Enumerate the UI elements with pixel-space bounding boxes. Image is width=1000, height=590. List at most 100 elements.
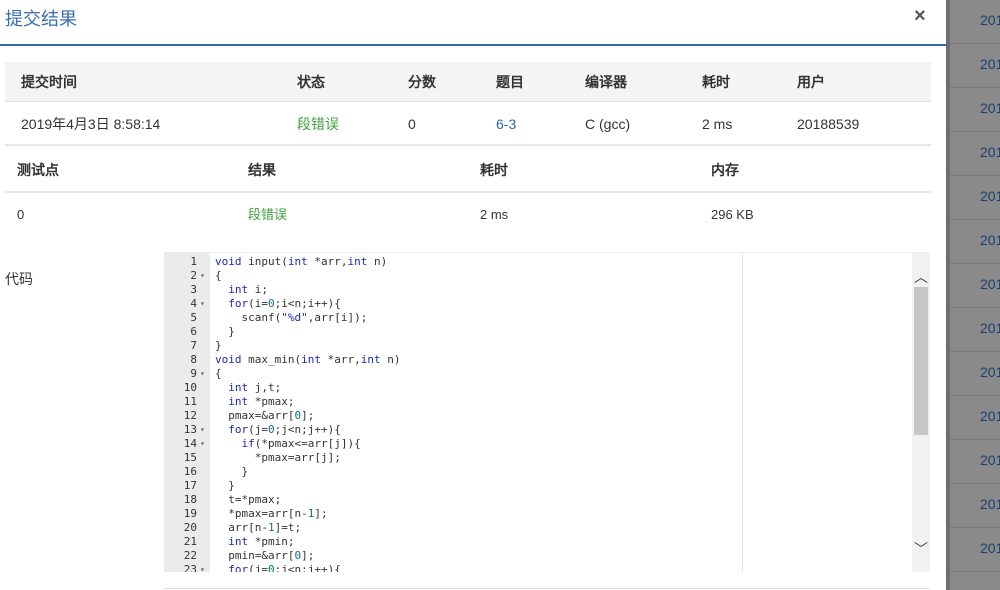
list-item-label: 201 — [980, 540, 1000, 556]
code-text: { — [215, 367, 222, 380]
code-text: } — [215, 479, 235, 492]
status-badge: 段错误 — [297, 116, 339, 132]
code-line: 20 arr[n-1]=t; — [164, 521, 930, 535]
list-item[interactable]: 201 — [950, 484, 1000, 528]
duration-value: 2 ms — [702, 116, 733, 132]
code-text: { — [215, 269, 222, 282]
line-number: 5 — [190, 311, 197, 324]
list-item-label: 201 — [980, 496, 1000, 512]
header-user: 用户 — [797, 74, 825, 90]
summary-header-row: 提交时间 状态 分数 题目 编译器 耗时 用户 — [5, 62, 931, 102]
test-result: 段错误 — [248, 207, 288, 222]
table-row: 0 段错误 2 ms 296 KB — [5, 193, 931, 237]
code-text: *pmax=arr[n-1]; — [215, 507, 328, 520]
code-line: 18 t=*pmax; — [164, 493, 930, 507]
user-value: 20188539 — [797, 116, 860, 132]
header-test-duration: 耗时 — [480, 162, 508, 178]
line-number: 15 — [183, 451, 197, 464]
line-number: 11 — [183, 395, 197, 408]
problem-link[interactable]: 6-3 — [496, 102, 516, 146]
code-text: *pmax=arr[j]; — [215, 451, 341, 464]
list-item-label: 201 — [980, 56, 1000, 72]
code-line: 6 } — [164, 325, 930, 339]
list-item[interactable]: 201 — [950, 132, 1000, 176]
line-number: 18 — [183, 493, 197, 506]
list-item-label: 201 — [980, 408, 1000, 424]
code-line: 2 ▾ { — [164, 269, 930, 283]
list-item[interactable]: 201 — [950, 352, 1000, 396]
header-memory: 内存 — [711, 162, 739, 178]
code-line: 4 ▾ for(i=0;i<n;i++){ — [164, 297, 930, 311]
chevron-up-icon[interactable]: ︿ — [912, 267, 930, 287]
list-item[interactable]: 201 — [950, 264, 1000, 308]
code-text: for(j=0;j<n;j++){ — [228, 423, 341, 436]
code-label: 代码 — [5, 271, 33, 287]
code-line: 16 } — [164, 465, 930, 479]
list-item-label: 201 — [980, 364, 1000, 380]
score-value: 0 — [408, 116, 416, 132]
code-line: 3 int i; — [164, 283, 930, 297]
list-item-label: 201 — [980, 144, 1000, 160]
code-text: pmax=&arr[0]; — [215, 409, 315, 422]
list-item-label: 201 — [980, 188, 1000, 204]
code-text: pmin=&arr[0]; — [215, 549, 315, 562]
list-item[interactable]: 201 — [950, 528, 1000, 572]
close-icon[interactable]: × — [914, 5, 926, 28]
code-line: 8 void max_min(int *arr,int n) — [164, 353, 930, 367]
list-item-label: 201 — [980, 232, 1000, 248]
code-line: 5 scanf("%d",arr[i]); — [164, 311, 930, 325]
tests-header-row: 测试点 结果 耗时 内存 — [5, 148, 931, 193]
code-text: void max_min(int *arr,int n) — [215, 353, 401, 366]
list-item-label: 201 — [980, 100, 1000, 116]
modal-title: 提交结果 — [5, 9, 77, 29]
code-line: 10 int j,t; — [164, 381, 930, 395]
code-line: 14 ▾ if(*pmax<=arr[j]){ — [164, 437, 930, 451]
code-line: 1 void input(int *arr,int n) — [164, 255, 930, 269]
code-line: 7} — [164, 339, 930, 353]
test-point-id: 0 — [17, 207, 25, 222]
fold-toggle-icon[interactable]: ▾ — [200, 297, 205, 311]
chevron-down-icon[interactable]: ﹀ — [912, 539, 930, 559]
list-item[interactable]: 201 — [950, 44, 1000, 88]
code-line: 19 *pmax=arr[n-1]; — [164, 507, 930, 521]
fold-toggle-icon[interactable]: ▾ — [200, 563, 205, 572]
submit-time: 2019年4月3日 8:58:14 — [21, 116, 161, 132]
code-text: scanf("%d",arr[i]); — [215, 311, 368, 324]
print-margin — [742, 253, 743, 572]
line-number: 12 — [183, 409, 197, 422]
line-number: 1 — [190, 255, 197, 268]
fold-toggle-icon[interactable]: ▾ — [200, 367, 205, 381]
line-number: 22 — [183, 549, 197, 562]
list-item[interactable]: 201 — [950, 440, 1000, 484]
code-line: 21 int *pmin; — [164, 535, 930, 549]
header-compiler: 编译器 — [585, 74, 627, 90]
line-number: 6 — [190, 325, 197, 338]
line-number: 23 — [183, 563, 197, 572]
code-line: 17 } — [164, 479, 930, 493]
editor-scrollbar[interactable]: ︿ ﹀ — [912, 253, 930, 572]
code-text: int *pmax; — [228, 395, 295, 408]
fold-toggle-icon[interactable]: ▾ — [200, 269, 205, 283]
header-submit-time: 提交时间 — [21, 74, 77, 90]
list-item[interactable]: 201 — [950, 308, 1000, 352]
line-number: 19 — [183, 507, 197, 520]
list-item[interactable]: 201 — [950, 396, 1000, 440]
fold-toggle-icon[interactable]: ▾ — [200, 423, 205, 437]
scrollbar-thumb[interactable] — [914, 287, 928, 435]
fold-toggle-icon[interactable]: ▾ — [200, 437, 205, 451]
code-text: } — [215, 465, 249, 478]
list-item[interactable]: 201 — [950, 176, 1000, 220]
code-text: arr[n-1]=t; — [215, 521, 302, 534]
list-item[interactable]: 201 — [950, 88, 1000, 132]
list-item[interactable]: 201 — [950, 220, 1000, 264]
code-text: } — [215, 339, 222, 352]
list-item[interactable]: 201 — [950, 0, 1000, 44]
line-number: 7 — [190, 339, 197, 352]
code-editor[interactable]: 1 void input(int *arr,int n) 2 ▾{3 int i; 4 ▾… — [164, 252, 930, 572]
list-item-label: 201 — [980, 320, 1000, 336]
test-duration: 2 ms — [480, 207, 509, 222]
summary-row: 2019年4月3日 8:58:14 段错误 0 6-3 C (gcc) 2 ms… — [5, 102, 931, 146]
header-problem: 题目 — [496, 74, 524, 90]
test-points-table: 测试点 结果 耗时 内存 0 段错误 2 ms 296 KB — [5, 148, 931, 237]
code-line: 22 pmin=&arr[0]; — [164, 549, 930, 563]
